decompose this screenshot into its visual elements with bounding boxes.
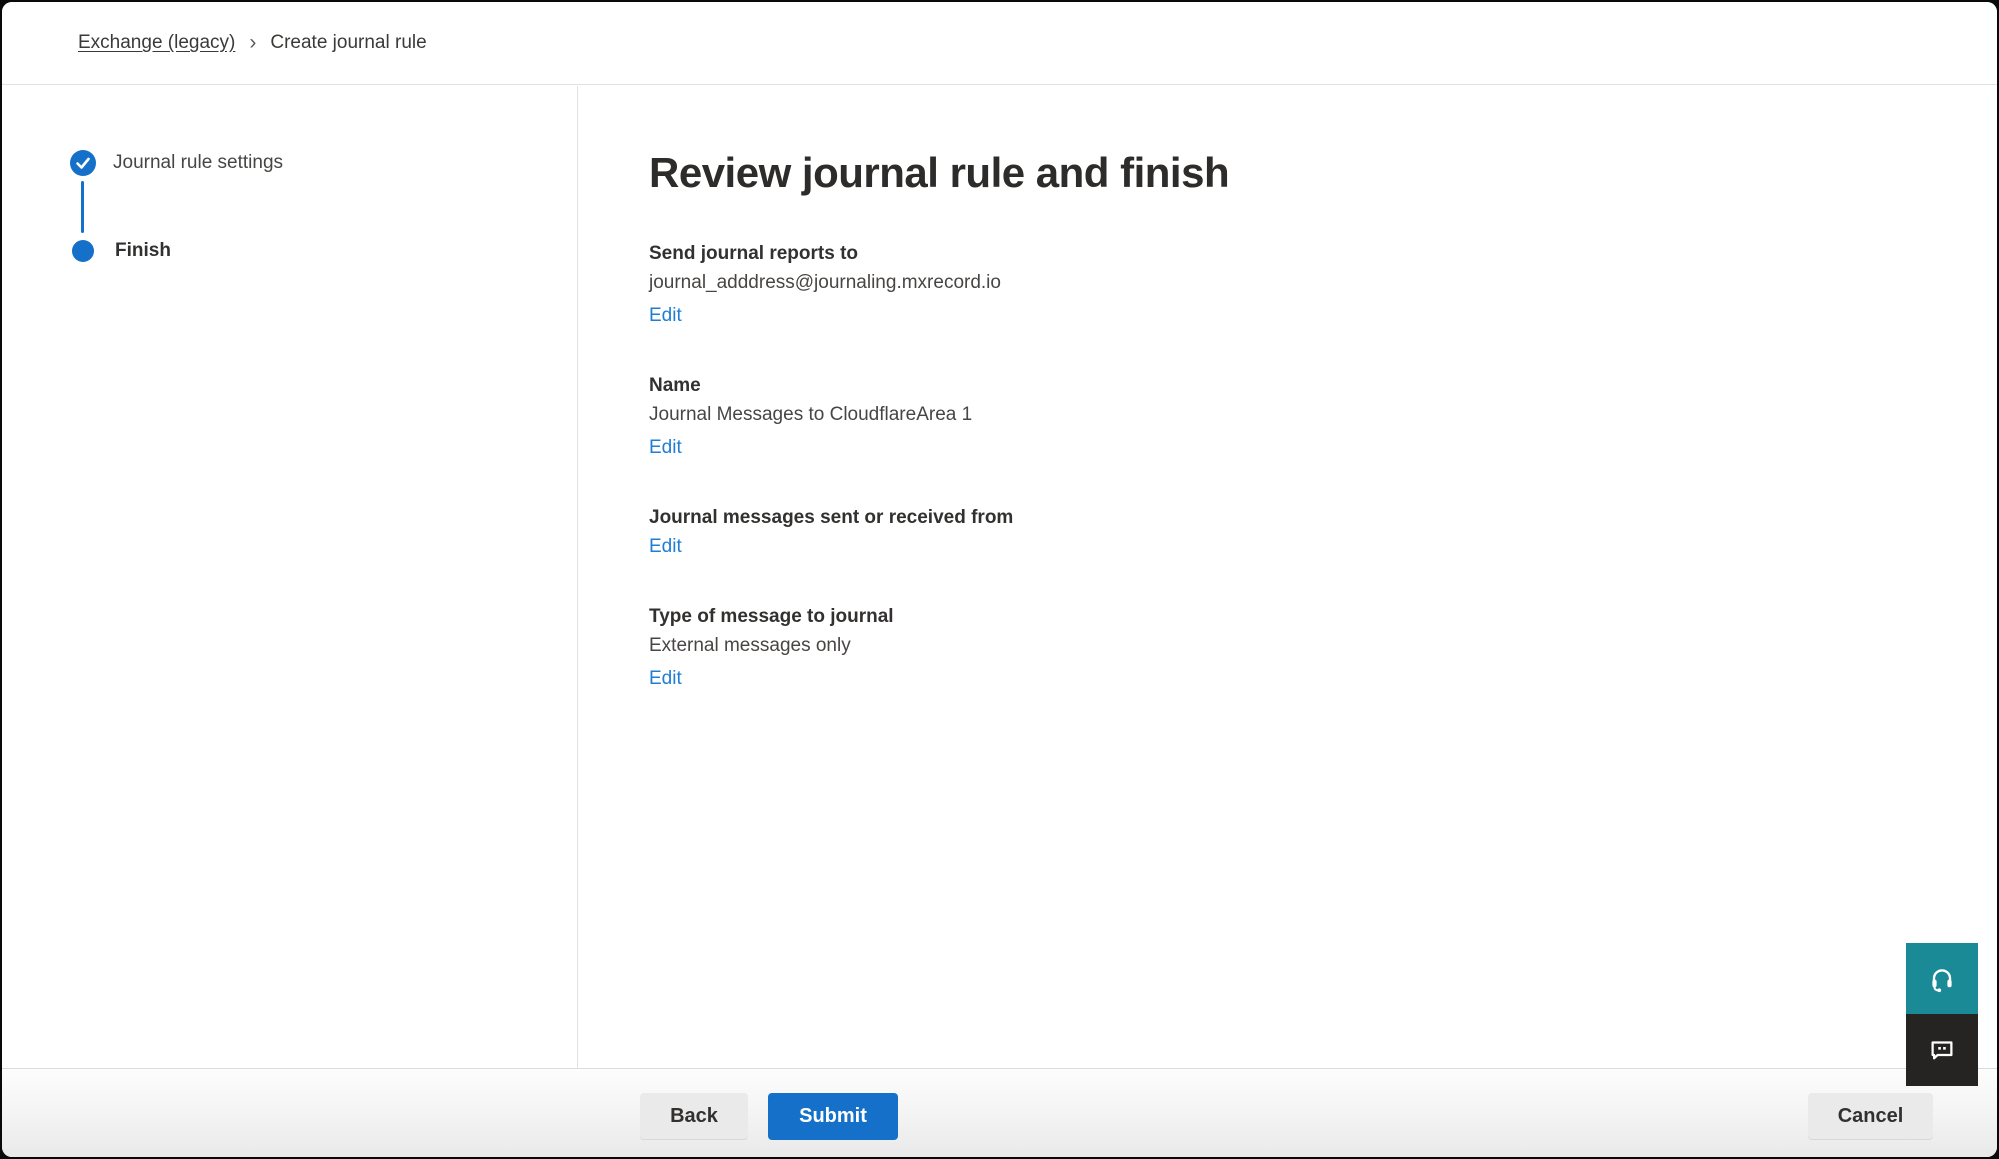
message-type-value: External messages only (649, 633, 1997, 659)
step-finish[interactable]: Finish (70, 238, 171, 264)
edit-messages-from-link[interactable]: Edit (649, 534, 682, 560)
step-journal-rule-settings[interactable]: Journal rule settings (70, 150, 283, 176)
chat-icon (1927, 1035, 1957, 1065)
breadcrumb-create-journal-rule: Create journal rule (270, 32, 426, 54)
step-connector-line (81, 181, 84, 233)
headset-icon (1927, 964, 1957, 994)
action-bar: Back Submit Cancel (2, 1068, 1997, 1157)
breadcrumb: Exchange (legacy) › Create journal rule (2, 2, 1997, 85)
section-label: Name (649, 373, 1997, 399)
feedback-button[interactable] (1906, 1014, 1978, 1086)
section-type-of-message: Type of message to journal External mess… (649, 604, 1997, 692)
section-name: Name Journal Messages to CloudflareArea … (649, 373, 1997, 461)
edit-message-type-link[interactable]: Edit (649, 666, 682, 692)
wizard-stepper-sidebar: Journal rule settings Finish (2, 86, 578, 1068)
cancel-button[interactable]: Cancel (1808, 1093, 1933, 1140)
edit-name-link[interactable]: Edit (649, 435, 682, 461)
section-label: Send journal reports to (649, 241, 1997, 267)
submit-button[interactable]: Submit (768, 1093, 898, 1140)
section-send-journal-reports-to: Send journal reports to journal_adddress… (649, 241, 1997, 329)
support-button[interactable] (1906, 943, 1978, 1014)
section-journal-messages-from: Journal messages sent or received from E… (649, 505, 1997, 560)
edit-send-reports-link[interactable]: Edit (649, 303, 682, 329)
back-button[interactable]: Back (640, 1093, 748, 1140)
app-window: Exchange (legacy) › Create journal rule … (2, 2, 1997, 1157)
breadcrumb-exchange-legacy[interactable]: Exchange (legacy) (78, 32, 235, 54)
floating-help-stack (1906, 943, 1978, 1086)
section-label: Journal messages sent or received from (649, 505, 1997, 531)
section-label: Type of message to journal (649, 604, 1997, 630)
chevron-right-icon: › (249, 32, 256, 53)
step-label: Journal rule settings (113, 150, 283, 176)
step-current-dot-icon (72, 240, 94, 262)
rule-name-value: Journal Messages to CloudflareArea 1 (649, 402, 1997, 428)
journal-report-address-value: journal_adddress@journaling.mxrecord.io (649, 270, 1997, 296)
step-completed-check-icon (70, 150, 96, 176)
review-panel: Review journal rule and finish Send jour… (579, 86, 1997, 1068)
page-title: Review journal rule and finish (649, 148, 1997, 198)
step-label: Finish (115, 238, 171, 264)
review-sections: Send journal reports to journal_adddress… (649, 241, 1997, 692)
